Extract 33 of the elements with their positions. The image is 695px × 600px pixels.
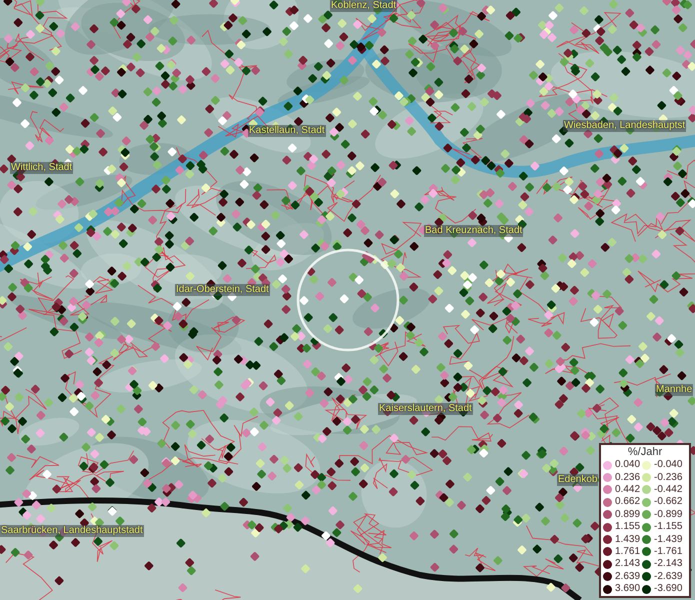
- place-label: Mannhe: [655, 384, 694, 396]
- place-label: Koblenz, Stadt: [330, 0, 398, 12]
- legend-value: 0.040: [615, 459, 640, 472]
- legend-value: 1.439: [615, 534, 640, 546]
- legend-value: -0.442: [654, 484, 682, 496]
- place-label: Idar-Oberstein, Stadt: [175, 284, 270, 296]
- place-label: Kaiserslautern, Stadt: [378, 403, 473, 415]
- place-label: Bad Kreuznach, Stadt: [424, 225, 524, 237]
- legend-value: 0.899: [615, 508, 640, 521]
- place-label: Kastellaun, Stadt: [248, 125, 326, 137]
- place-label: Wiesbaden, Landeshauptst: [563, 120, 686, 132]
- legend-value: -1.439: [654, 534, 682, 546]
- legend-value: 2.639: [615, 570, 640, 583]
- legend-value: 1.761: [615, 546, 640, 558]
- place-label: Edenkob: [557, 474, 598, 486]
- legend-value: -1.761: [654, 546, 682, 558]
- place-label: Saarbrücken, Landeshauptstadt: [0, 525, 144, 537]
- legend-value: 0.236: [615, 472, 640, 484]
- legend-value: -2.639: [654, 570, 682, 583]
- legend-value: -0.040: [654, 459, 682, 472]
- legend-value: 1.155: [615, 521, 640, 534]
- legend-value: -3.690: [654, 583, 682, 596]
- legend-value: -1.155: [654, 521, 682, 534]
- legend-value: 3.690: [615, 583, 640, 596]
- legend-value: -0.236: [654, 472, 682, 484]
- legend-value: 2.143: [615, 558, 640, 570]
- legend-value: -0.899: [654, 508, 682, 521]
- legend-value: 0.442: [615, 484, 640, 496]
- legend-value: -2.143: [654, 558, 682, 570]
- place-label: Wittlich, Stadt: [10, 162, 74, 174]
- legend-value: 0.662: [615, 496, 640, 508]
- legend-value: -0.662: [654, 496, 682, 508]
- legend-title: %/Jahr: [628, 446, 662, 459]
